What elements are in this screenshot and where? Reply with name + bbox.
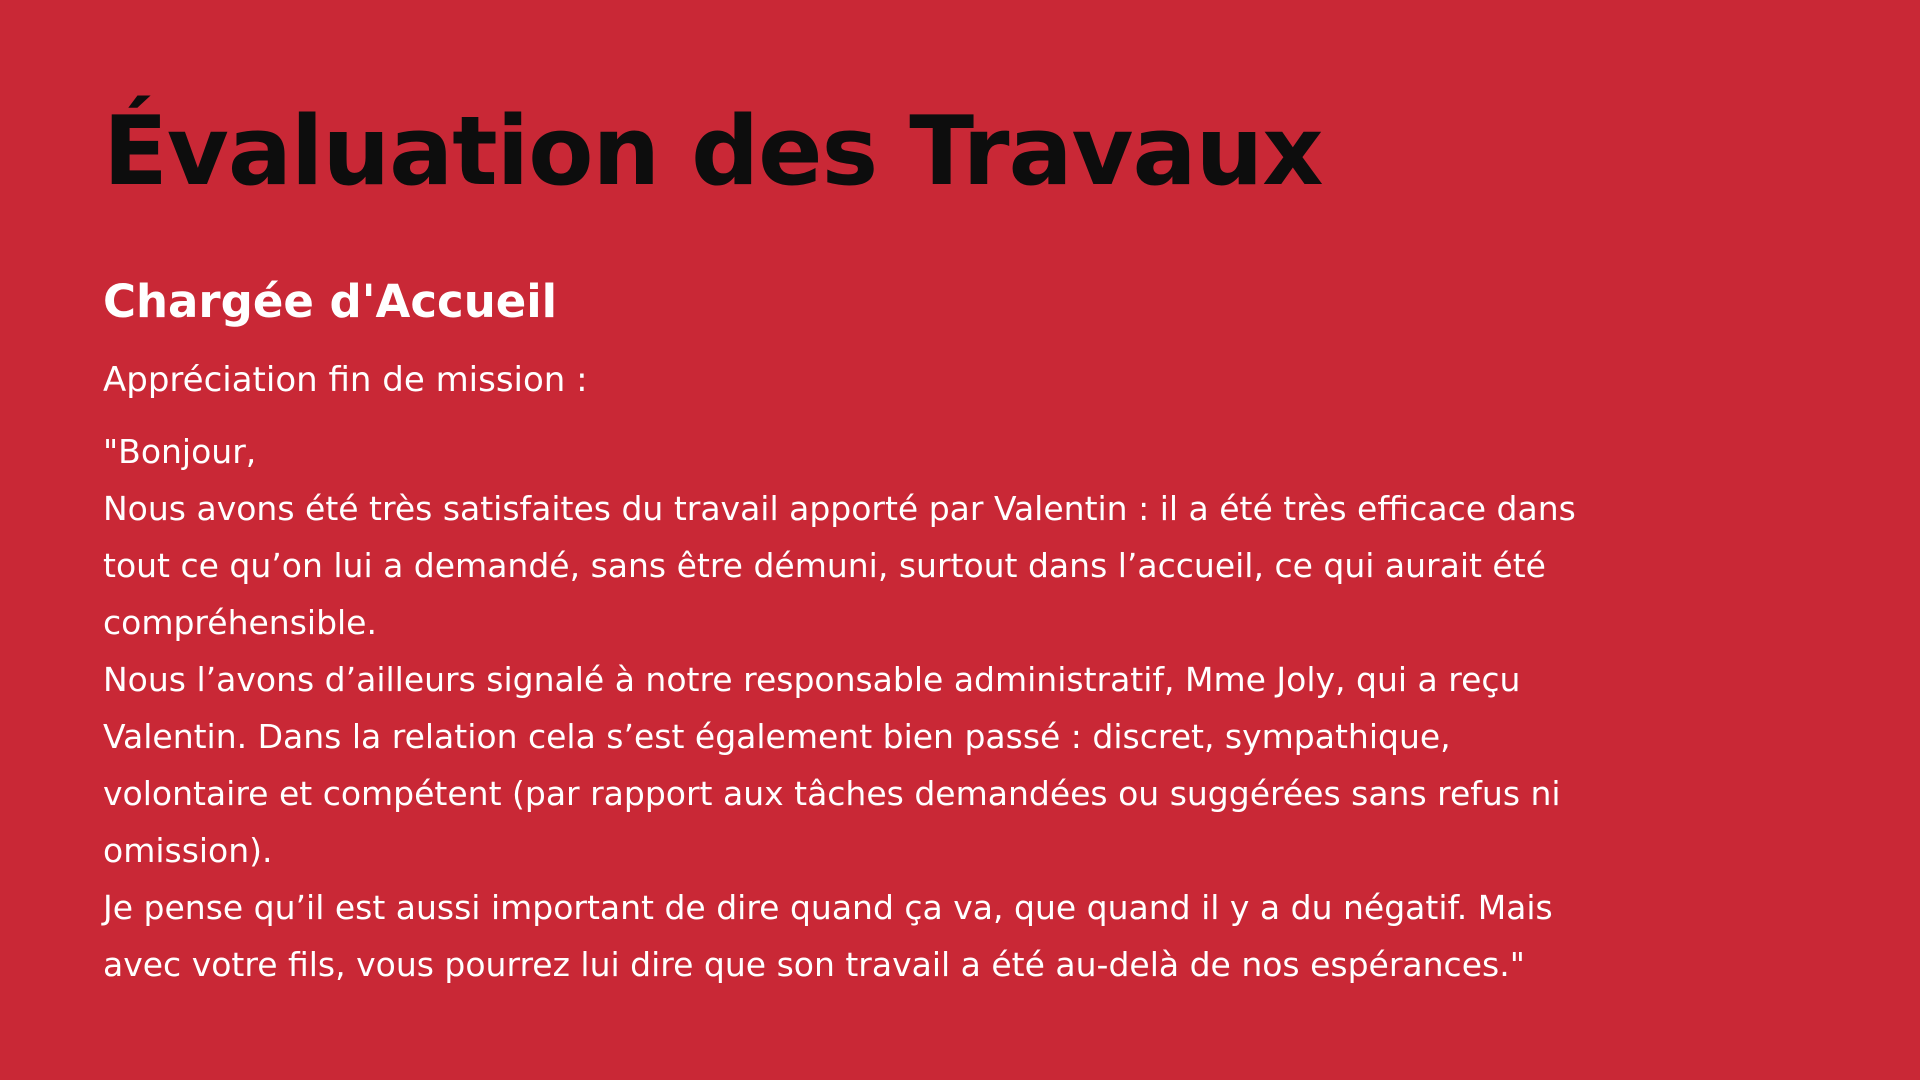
- testimonial-line: Valentin. Dans la relation cela s’est ég…: [103, 717, 1451, 756]
- slide: Évaluation des Travaux Chargée d'Accueil…: [0, 0, 1920, 1080]
- section-subtitle: Chargée d'Accueil: [103, 275, 558, 328]
- testimonial-line: avec votre fils, vous pourrez lui dire q…: [103, 945, 1525, 984]
- testimonial-line: Je pense qu’il est aussi important de di…: [103, 888, 1553, 927]
- page-title: Évaluation des Travaux: [103, 97, 1323, 207]
- testimonial-line: omission).: [103, 831, 273, 870]
- testimonial-line: tout ce qu’on lui a demandé, sans être d…: [103, 546, 1546, 585]
- testimonial-line: Nous avons été très satisfaites du trava…: [103, 489, 1576, 528]
- intro-label: Appréciation fin de mission :: [103, 360, 588, 400]
- testimonial-text: "Bonjour, Nous avons été très satisfaite…: [103, 423, 1823, 993]
- testimonial-line: compréhensible.: [103, 603, 377, 642]
- testimonial-line: "Bonjour,: [103, 432, 257, 471]
- testimonial-line: Nous l’avons d’ailleurs signalé à notre …: [103, 660, 1521, 699]
- testimonial-line: volontaire et compétent (par rapport aux…: [103, 774, 1561, 813]
